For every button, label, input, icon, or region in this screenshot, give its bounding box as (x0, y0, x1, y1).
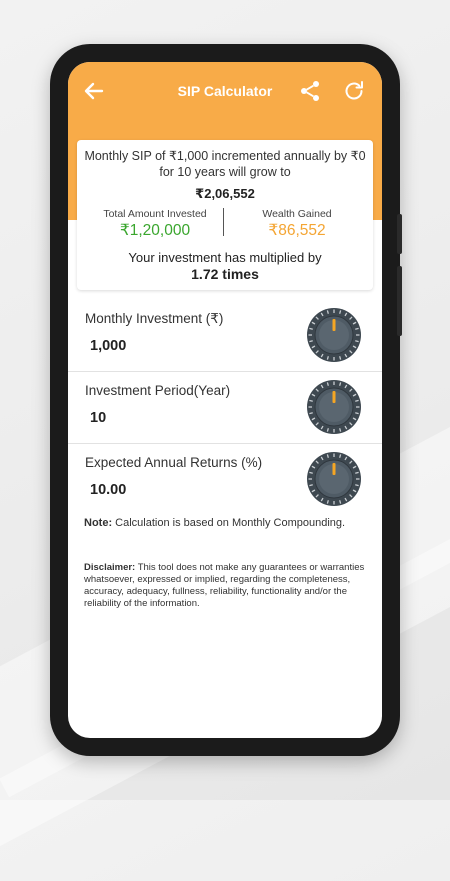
phone-side-button (397, 214, 402, 254)
annual-returns-value[interactable]: 10.00 (90, 482, 126, 498)
monthly-investment-row: Monthly Investment (₹) 1,000 (68, 299, 382, 372)
refresh-icon[interactable] (342, 79, 366, 103)
invested-value: ₹1,20,000 (119, 222, 191, 239)
app-screen: SIP Calculator Monthly SIP of ₹1,000 inc… (68, 62, 382, 738)
invested-column: Total Amount Invested ₹1,20,000 (85, 208, 225, 240)
maturity-value: ₹2,06,552 (195, 186, 255, 201)
investment-period-value[interactable]: 10 (90, 410, 106, 426)
dial-knob-icon[interactable] (306, 451, 362, 507)
column-divider (223, 208, 224, 236)
gained-column: Wealth Gained ₹86,552 (227, 208, 367, 240)
investment-period-label: Investment Period(Year) (85, 383, 231, 398)
note-prefix: Note: (84, 517, 113, 529)
investment-period-row: Investment Period(Year) 10 (68, 371, 382, 444)
share-icon[interactable] (298, 79, 322, 103)
annual-returns-row: Expected Annual Returns (%) 10.00 (68, 443, 382, 515)
monthly-investment-label: Monthly Investment (₹) (85, 311, 224, 326)
disclaimer-prefix: Disclaimer: (84, 562, 136, 573)
annual-returns-label: Expected Annual Returns (%) (85, 455, 263, 470)
multiplier-label: Your investment has multiplied by (128, 250, 322, 265)
gained-value: ₹86,552 (268, 222, 326, 239)
gained-label: Wealth Gained (262, 208, 332, 220)
result-card: Monthly SIP of ₹1,000 incremented annual… (77, 140, 373, 290)
result-summary: Monthly SIP of ₹1,000 incremented annual… (84, 149, 366, 179)
phone-side-button (397, 266, 402, 336)
note-text: Note: Calculation is based on Monthly Co… (84, 516, 368, 530)
phone-frame: SIP Calculator Monthly SIP of ₹1,000 inc… (50, 44, 402, 756)
page-title: SIP Calculator (177, 83, 273, 99)
disclaimer-text: Disclaimer: This tool does not make any … (84, 562, 368, 610)
monthly-investment-value[interactable]: 1,000 (90, 338, 126, 354)
dial-knob-icon[interactable] (306, 307, 362, 363)
app-bar: SIP Calculator (68, 62, 382, 120)
multiplier-value: 1.72 times (191, 266, 259, 282)
dial-knob-icon[interactable] (306, 379, 362, 435)
note-body: Calculation is based on Monthly Compound… (112, 517, 346, 529)
invested-label: Total Amount Invested (103, 208, 207, 220)
